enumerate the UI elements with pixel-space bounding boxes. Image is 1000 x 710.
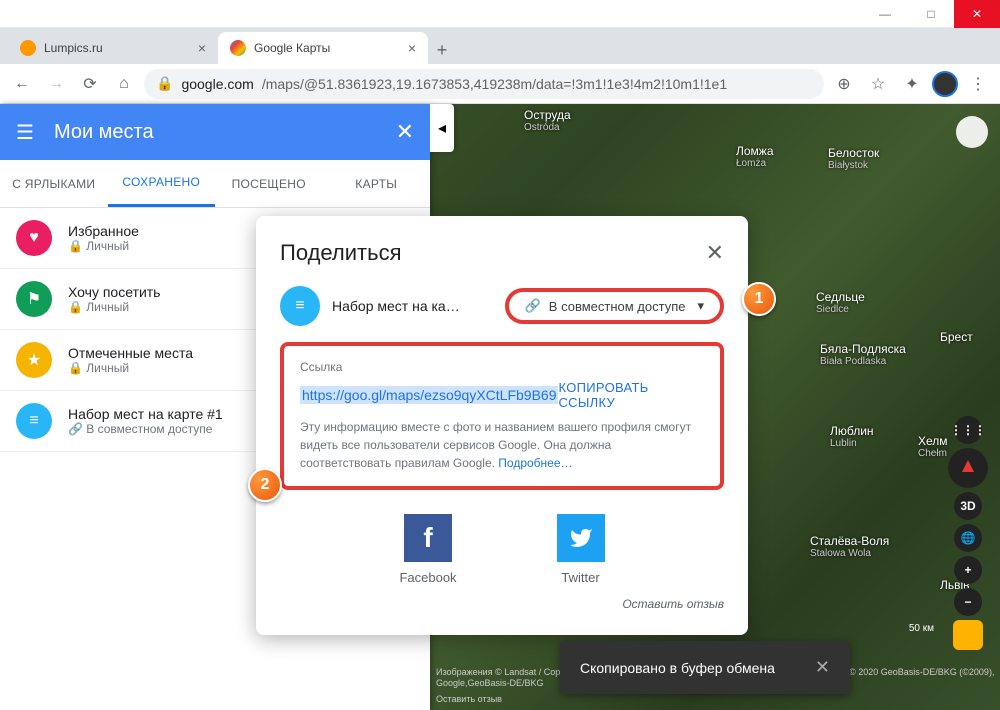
map-feedback-link[interactable]: Оставить отзыв (436, 694, 502, 704)
globe-icon[interactable]: 🌐 (954, 524, 982, 552)
learn-more-link[interactable]: Подробнее… (498, 456, 572, 470)
tab-visited[interactable]: ПОСЕЩЕНО (215, 160, 323, 207)
close-tab-icon[interactable]: × (408, 40, 416, 56)
page-content: ОструдаOstróda ЛомжаŁomża БелостокBiałysto… (0, 104, 1000, 710)
map-city-label: Бяла-ПодляскаBiała Podlaska (820, 342, 906, 356)
map-city-label: Сталёва-ВоляStalowa Wola (810, 534, 889, 548)
share-facebook-button[interactable]: f Facebook (399, 514, 456, 585)
close-dialog-button[interactable]: ✕ (706, 240, 724, 266)
list-type-icon: ★ (16, 342, 52, 378)
nav-back-button[interactable]: ← (8, 70, 36, 98)
tab-labeled[interactable]: С ЯРЛЫКАМИ (0, 160, 108, 207)
access-dropdown[interactable]: 🔗 В совместном доступе ▾ (505, 288, 724, 324)
map-city-label: Брест (940, 330, 973, 344)
list-type-icon: ≡ (16, 403, 52, 439)
share-url[interactable]: https://goo.gl/maps/ezso9qyXCtLFb9B69 (300, 386, 558, 404)
browser-menu-button[interactable]: ⋮ (964, 70, 992, 98)
list-type-icon: ♥ (16, 220, 52, 256)
dialog-feedback-link[interactable]: Оставить отзыв (280, 597, 724, 611)
link-icon: 🔗 (525, 298, 541, 314)
map-scale: 50 км (909, 623, 934, 634)
tilt-3d-button[interactable]: 3D (954, 492, 982, 520)
address-bar[interactable]: 🔒 google.com/maps/@51.8361923,19.1673853… (144, 69, 824, 99)
browser-tab-lumpics[interactable]: Lumpics.ru × (8, 32, 218, 64)
list-privacy: 🔒 Личный (68, 300, 160, 314)
toast-close-button[interactable]: ✕ (815, 657, 830, 678)
map-city-label: ЛомжаŁomża (736, 144, 774, 158)
map-city-label: ОструдаOstróda (524, 108, 571, 122)
tab-maps[interactable]: КАРТЫ (323, 160, 431, 207)
panel-tabs: С ЯРЛЫКАМИ СОХРАНЕНО ПОСЕЩЕНО КАРТЫ (0, 160, 430, 208)
list-title: Избранное (68, 223, 139, 239)
map-city-label: ЛюблинLublin (830, 424, 874, 438)
list-title: Набор мест на карте #1 (68, 406, 223, 422)
dialog-title: Поделиться (280, 240, 401, 266)
panel-title: Мои места (54, 121, 376, 144)
list-privacy: 🔒 Личный (68, 239, 139, 253)
bookmark-star-icon[interactable]: ☆ (864, 70, 892, 98)
list-privacy: 🔒 Личный (68, 361, 193, 375)
apps-grid-icon[interactable]: ⋮⋮⋮ (954, 416, 982, 444)
share-dialog: Поделиться ✕ ≡ Набор мест на ка… 🔗 В сов… (256, 216, 748, 635)
favicon-icon (20, 40, 36, 56)
favicon-icon (230, 40, 246, 56)
zoom-indicator-icon[interactable]: ⊕ (830, 70, 858, 98)
extension-icon[interactable]: ✦ (898, 70, 926, 98)
toast-notification: Скопировано в буфер обмена ✕ (560, 641, 850, 694)
list-privacy: 🔗 В совместном доступе (68, 422, 223, 436)
url-path: /maps/@51.8361923,19.1673853,419238m/dat… (262, 76, 727, 92)
window-close-button[interactable]: ✕ (954, 0, 1000, 28)
social-label: Facebook (399, 570, 456, 585)
window-titlebar: — □ ✕ (0, 0, 1000, 28)
map-city-label: БелостокBiałystok (828, 146, 879, 160)
menu-icon[interactable]: ☰ (16, 120, 34, 145)
new-tab-button[interactable]: + (428, 36, 456, 64)
link-section: Ссылка https://goo.gl/maps/ezso9qyXCtLFb… (280, 342, 724, 490)
url-domain: google.com (181, 76, 253, 92)
toast-text: Скопировано в буфер обмена (580, 660, 775, 676)
share-twitter-button[interactable]: Twitter (557, 514, 605, 585)
copy-link-button[interactable]: КОПИРОВАТЬ ССЫЛКУ (558, 380, 704, 410)
nav-forward-button[interactable]: → (42, 70, 70, 98)
browser-toolbar: ← → ⟳ ⌂ 🔒 google.com/maps/@51.8361923,19… (0, 64, 1000, 104)
map-account-avatar[interactable] (956, 116, 988, 148)
nav-reload-button[interactable]: ⟳ (76, 70, 104, 98)
close-panel-button[interactable]: ✕ (396, 119, 414, 145)
chevron-down-icon: ▾ (697, 298, 704, 314)
social-label: Twitter (561, 570, 599, 585)
zoom-out-button[interactable]: − (954, 588, 982, 616)
annotation-callout-2: 2 (248, 468, 282, 502)
link-disclaimer: Эту информацию вместе с фото и названием… (300, 418, 704, 472)
access-label: В совместном доступе (549, 299, 686, 314)
window-maximize-button[interactable]: □ (908, 0, 954, 28)
list-title: Хочу посетить (68, 284, 160, 300)
twitter-icon (557, 514, 605, 562)
list-title: Отмеченные места (68, 345, 193, 361)
annotation-callout-1: 1 (742, 282, 776, 316)
browser-tabstrip: Lumpics.ru × Google Карты × + (0, 28, 1000, 64)
tab-title: Lumpics.ru (44, 41, 103, 55)
facebook-icon: f (404, 514, 452, 562)
collapse-panel-button[interactable]: ◂ (430, 104, 454, 152)
tab-saved[interactable]: СОХРАНЕНО (108, 160, 216, 207)
lock-icon: 🔒 (156, 75, 173, 92)
profile-avatar-button[interactable] (932, 71, 958, 97)
tab-title: Google Карты (254, 41, 330, 55)
map-controls: ⋮⋮⋮ 3D 🌐 + − (948, 416, 988, 650)
window-minimize-button[interactable]: — (862, 0, 908, 28)
list-type-icon: ⚑ (16, 281, 52, 317)
map-city-label: СедльцеSiedlce (816, 290, 865, 304)
link-field-label: Ссылка (300, 360, 704, 374)
zoom-in-button[interactable]: + (954, 556, 982, 584)
panel-header: ☰ Мои места ✕ (0, 104, 430, 160)
close-tab-icon[interactable]: × (198, 40, 206, 56)
shared-list-name: Набор мест на ка… (332, 298, 460, 314)
pegman-icon[interactable] (953, 620, 983, 650)
map-city-label: ХелмChełm (918, 434, 948, 448)
list-icon: ≡ (280, 286, 320, 326)
compass-icon[interactable] (948, 448, 988, 488)
nav-home-button[interactable]: ⌂ (110, 70, 138, 98)
browser-tab-googlemaps[interactable]: Google Карты × (218, 32, 428, 64)
